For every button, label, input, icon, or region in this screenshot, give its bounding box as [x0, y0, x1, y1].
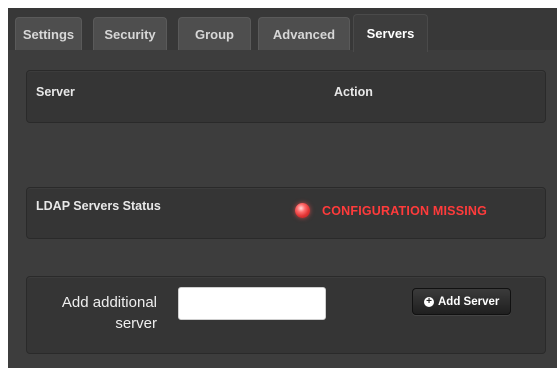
add-server-button-label: Add Server: [438, 295, 500, 308]
column-header-server: Server: [36, 85, 75, 99]
add-server-label-line2: server: [115, 315, 157, 332]
add-server-label-line1: Add additional: [61, 294, 157, 311]
add-server-panel: Add additional server + Add Server: [26, 276, 546, 354]
tab-group[interactable]: Group: [178, 17, 251, 50]
column-header-action: Action: [334, 85, 373, 99]
tab-settings[interactable]: Settings: [15, 17, 82, 50]
plus-circle-icon: +: [424, 296, 434, 307]
server-table-panel: Server Action: [26, 70, 546, 123]
server-input[interactable]: [178, 287, 326, 320]
ldap-status-label: LDAP Servers Status: [36, 199, 161, 213]
tab-advanced[interactable]: Advanced: [258, 17, 350, 50]
tab-bar: Settings Security Group Advanced Servers: [8, 8, 557, 52]
add-server-button[interactable]: + Add Server: [412, 288, 512, 315]
settings-window: Settings Security Group Advanced Servers…: [8, 8, 557, 368]
status-text: CONFIGURATION MISSING: [322, 204, 488, 218]
status-led-red-icon: [295, 203, 310, 218]
add-server-label: Add additional server: [47, 292, 157, 334]
ldap-status-panel: LDAP Servers Status CONFIGURATION MISSIN…: [26, 187, 546, 239]
tab-security[interactable]: Security: [93, 17, 167, 50]
tab-servers[interactable]: Servers: [353, 14, 428, 52]
